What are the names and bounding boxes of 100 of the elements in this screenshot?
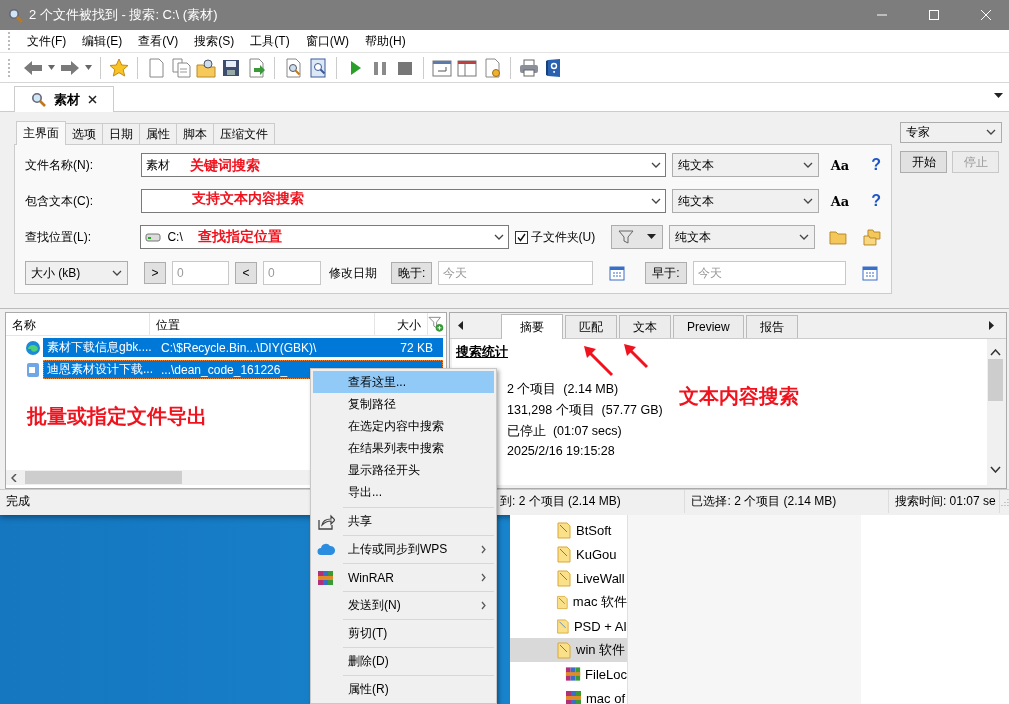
menu-item[interactable]: 窗口(W) <box>296 29 356 53</box>
cloud-icon <box>317 543 335 556</box>
folder-item[interactable]: mac of <box>510 686 627 704</box>
export-icon[interactable] <box>246 57 266 78</box>
preview-tab[interactable]: 报告 <box>745 315 798 338</box>
archive-icon <box>317 569 334 586</box>
calendar-icon[interactable] <box>861 265 878 281</box>
resize-grip-icon <box>1000 497 1009 506</box>
close-icon <box>981 10 991 20</box>
mode-dropdown[interactable]: 纯文本 <box>672 189 819 213</box>
stat-text: 131,298 个项目 (57.77 GB) <box>506 402 663 419</box>
column-header[interactable]: 名称 <box>6 313 150 335</box>
mode-dropdown[interactable]: 纯文本 <box>672 153 819 177</box>
filter-button[interactable] <box>611 225 663 249</box>
menu-item[interactable]: 属性(R) <box>343 675 494 703</box>
menu-item[interactable]: 在结果列表中搜索 <box>313 437 494 459</box>
search-tab[interactable]: 压缩文件 <box>213 123 275 145</box>
menu-item[interactable]: 搜索(S) <box>185 29 242 53</box>
save-icon[interactable] <box>221 57 241 78</box>
after-button[interactable]: 晚于: <box>391 262 433 284</box>
calendar-icon[interactable] <box>609 265 626 281</box>
dropdown-caret-icon <box>493 233 504 241</box>
stat-text: 2 个项目 (2.14 MB) <box>506 381 619 398</box>
folder-icon <box>555 641 572 659</box>
help-button[interactable]: ? <box>871 156 881 174</box>
window-icon[interactable] <box>457 57 477 78</box>
scroll-left-icon[interactable] <box>458 321 463 330</box>
check-icon <box>516 232 526 242</box>
less-than-button[interactable]: < <box>235 262 257 284</box>
subfolder-checkbox[interactable]: 子文件夹(U) <box>514 228 596 246</box>
filter-add-icon[interactable] <box>427 315 444 333</box>
copy-document-icon[interactable] <box>171 57 191 78</box>
menu-item[interactable]: 帮助(H) <box>356 29 413 53</box>
result-row[interactable]: 素材下载信息gbk.... C:\$Recycle.Bin...\DIY(GBK)\ 72 KB <box>43 338 443 357</box>
folder-search-icon[interactable] <box>196 57 216 78</box>
preview-tab[interactable]: 匹配 <box>565 315 617 338</box>
printer-icon[interactable] <box>519 57 539 78</box>
mode-dropdown[interactable]: 纯文本 <box>668 225 816 249</box>
search-field[interactable] <box>140 189 667 213</box>
column-header[interactable]: 大小 <box>374 313 428 335</box>
greater-than-button[interactable]: > <box>144 262 166 284</box>
menu-item[interactable]: 共享 <box>343 507 494 535</box>
preview-tab[interactable]: Preview <box>673 315 744 338</box>
before-button[interactable]: 早于: <box>645 262 687 284</box>
scroll-down-icon <box>990 466 1001 473</box>
folder-item[interactable]: LiveWall <box>510 566 627 590</box>
status-text: 已选择: 2 个项目 (2.14 MB) <box>685 490 889 513</box>
dropdown-caret-icon <box>646 234 656 240</box>
dropdown-caret-icon[interactable] <box>994 93 1003 99</box>
column-header[interactable]: 位置 <box>149 313 375 335</box>
document-tab[interactable]: 素材 <box>14 86 114 112</box>
folder-item[interactable]: mac 软件 <box>510 590 627 614</box>
search-icon <box>31 92 46 107</box>
match-case-button[interactable]: Aa <box>830 193 850 209</box>
maximize-icon <box>929 10 939 20</box>
scroll-right-icon[interactable] <box>989 321 994 330</box>
start-button[interactable]: 开始 <box>900 151 947 173</box>
menu-item[interactable]: 复制路径 <box>313 393 494 415</box>
preview-tab[interactable]: 摘要 <box>501 314 563 339</box>
folder-icon[interactable] <box>829 228 848 246</box>
menu-item[interactable]: 删除(D) <box>343 647 494 675</box>
match-case-button[interactable]: Aa <box>830 157 850 173</box>
document-search-icon[interactable] <box>308 57 328 78</box>
close-icon[interactable] <box>88 95 97 104</box>
menu-item[interactable]: 上传或同步到WPS <box>343 535 494 563</box>
menu-item[interactable]: 显示路径开头 <box>313 459 494 481</box>
archive-icon <box>565 690 582 704</box>
menu-item[interactable]: 文件(F) <box>18 29 74 53</box>
dropdown-caret-icon <box>651 197 662 205</box>
preview-tab[interactable]: 文本 <box>619 315 671 338</box>
status-text: 搜索时间: 01:07 se <box>888 490 1001 513</box>
size-unit-dropdown[interactable]: 大小 (kB) <box>25 261 128 285</box>
folders-icon[interactable] <box>863 228 881 246</box>
document-search-icon[interactable] <box>283 57 303 78</box>
menu-item[interactable]: 发送到(N) <box>343 591 494 619</box>
menu-item[interactable]: 工具(T) <box>241 29 297 53</box>
menu-item[interactable]: 剪切(T) <box>343 619 494 647</box>
field-label: 查找位置(L): <box>25 228 92 246</box>
window-icon[interactable] <box>432 57 452 78</box>
table-cell-text: C:\$Recycle.Bin...\DIY(GBK)\ <box>160 340 318 355</box>
menu-item[interactable]: WinRAR <box>343 563 494 591</box>
folder-item[interactable]: KuGou <box>510 542 627 566</box>
star-icon[interactable] <box>109 57 129 78</box>
menu-item[interactable]: 编辑(E) <box>73 29 130 53</box>
scrollbar[interactable] <box>987 339 1004 485</box>
folder-icon <box>555 545 572 563</box>
menu-item[interactable]: 查看(V) <box>129 29 186 53</box>
folder-item[interactable]: win 软件 <box>510 638 627 662</box>
menu-item[interactable]: 查看这里... <box>313 371 494 393</box>
search-tab[interactable]: 主界面 <box>16 121 66 145</box>
folder-item[interactable]: PSD + AI <box>510 614 627 638</box>
gear-document-icon[interactable] <box>482 57 502 78</box>
stat-text: 已停止 (01:07 secs) <box>506 423 622 440</box>
profile-dropdown[interactable]: 专家 <box>900 122 1002 143</box>
stat-text: 2025/2/16 19:15:28 <box>506 444 615 460</box>
folder-item[interactable]: FileLoc <box>510 662 627 686</box>
folder-item[interactable]: BtSoft <box>510 518 627 542</box>
menu-item[interactable]: 在选定内容中搜索 <box>313 415 494 437</box>
help-button[interactable]: ? <box>871 192 881 210</box>
field-label: 文件名称(N): <box>25 156 94 174</box>
